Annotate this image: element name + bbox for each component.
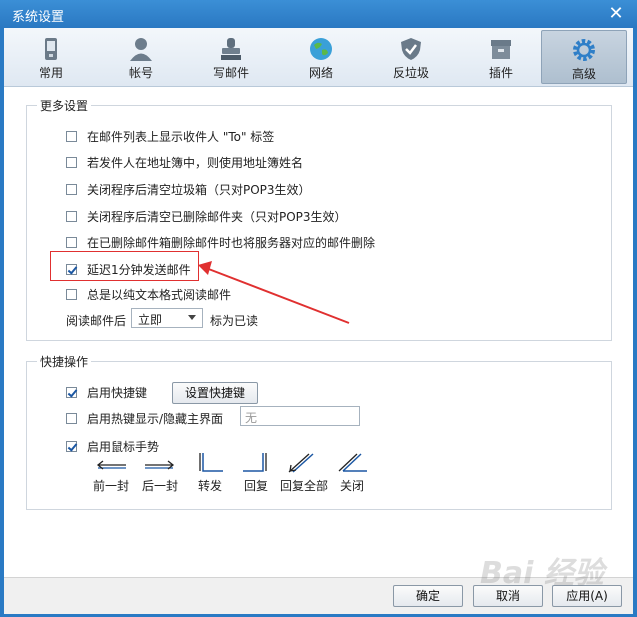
checkbox[interactable] [66, 237, 77, 248]
tab-label: 网络 [308, 66, 333, 80]
select-value: 立即 [138, 313, 163, 327]
hotkey-input[interactable]: 无 [240, 406, 360, 426]
box-icon [491, 40, 511, 59]
close-button[interactable]: ✕ [605, 3, 627, 25]
tab-antispam[interactable]: 反垃圾 [368, 30, 454, 84]
tab-account[interactable]: 帐号 [98, 30, 184, 84]
ok-button[interactable]: 确定 [393, 585, 463, 607]
window-title: 系统设置 [12, 10, 65, 25]
stamp-icon [221, 38, 241, 60]
gesture-label: 回复全部 [280, 479, 329, 493]
option-label: 延迟1分钟发送邮件 [87, 263, 191, 277]
gesture-reply-all: 回复全部 [280, 453, 328, 494]
option-empty-deleted[interactable]: 关闭程序后清空已删除邮件夹（只对POP3生效） [66, 208, 347, 225]
settings-window: 系统设置 ✕ 常用 帐号 写邮件 网络 反垃圾 插件 高级 更多设置 在邮件列表… [0, 0, 637, 617]
globe-icon [310, 38, 332, 60]
titlebar: 系统设置 ✕ [0, 0, 637, 28]
tab-label: 帐号 [128, 66, 153, 80]
apply-button[interactable]: 应用(A) [552, 585, 622, 607]
shield-icon [401, 38, 421, 60]
checkbox[interactable] [66, 211, 77, 222]
group-title: 快捷操作 [37, 353, 92, 370]
checkbox[interactable] [66, 289, 77, 300]
gesture-close: 关闭 [328, 453, 376, 494]
tab-advanced[interactable]: 高级 [541, 30, 627, 84]
tab-label: 写邮件 [212, 66, 249, 80]
tab-network[interactable]: 网络 [278, 30, 364, 84]
gesture-down-right-icon [199, 453, 223, 472]
gesture-diagonal-icon [288, 453, 314, 473]
tab-label: 高级 [571, 67, 596, 81]
tab-label: 常用 [38, 66, 63, 80]
checkbox[interactable] [66, 131, 77, 142]
tab-label: 插件 [488, 66, 513, 80]
arrow-right-icon [145, 460, 175, 470]
option-label: 关闭程序后清空已删除邮件夹（只对POP3生效） [87, 210, 347, 224]
option-show-to-label[interactable]: 在邮件列表上显示收件人 "To" 标签 [66, 128, 274, 145]
read-mark-suffix: 标为已读 [210, 314, 259, 328]
phone-icon [45, 38, 57, 60]
tab-label: 反垃圾 [392, 66, 429, 80]
chevron-down-icon [188, 315, 196, 320]
dialog-footer: 确定 取消 应用(A) [4, 577, 633, 614]
checkbox[interactable] [66, 184, 77, 195]
close-icon: ✕ [608, 3, 624, 24]
checkbox[interactable] [66, 264, 77, 275]
user-icon [130, 38, 152, 61]
tab-toolbar: 常用 帐号 写邮件 网络 反垃圾 插件 高级 [4, 28, 633, 87]
group-title: 更多设置 [37, 97, 92, 114]
option-plain-text[interactable]: 总是以纯文本格式阅读邮件 [66, 286, 231, 303]
checkbox[interactable] [66, 441, 77, 452]
gesture-reply: 回复 [232, 453, 280, 494]
option-label: 关闭程序后清空垃圾箱（只对POP3生效） [87, 183, 311, 197]
gear-icon [573, 39, 595, 61]
checkbox[interactable] [66, 413, 77, 424]
option-label: 启用热键显示/隐藏主界面 [87, 412, 224, 426]
read-mark-prefix: 阅读邮件后 [66, 314, 127, 328]
gesture-down-left-icon [243, 453, 267, 472]
option-empty-junk[interactable]: 关闭程序后清空垃圾箱（只对POP3生效） [66, 181, 311, 198]
checkbox[interactable] [66, 157, 77, 168]
gesture-label: 前一封 [92, 479, 129, 493]
option-label: 启用快捷键 [87, 386, 148, 400]
option-delete-on-server[interactable]: 在已删除邮件箱删除邮件时也将服务器对应的邮件删除 [66, 234, 375, 251]
option-label: 在已删除邮件箱删除邮件时也将服务器对应的邮件删除 [87, 236, 376, 250]
option-label: 在邮件列表上显示收件人 "To" 标签 [87, 130, 275, 144]
option-enable-hotkeys[interactable]: 启用快捷键 [66, 384, 147, 401]
gesture-next: 后一封 [136, 453, 184, 494]
option-label: 总是以纯文本格式阅读邮件 [87, 288, 232, 302]
tab-plugins[interactable]: 插件 [458, 30, 544, 84]
tab-general[interactable]: 常用 [8, 30, 94, 84]
gesture-prev: 前一封 [87, 453, 135, 494]
tab-compose[interactable]: 写邮件 [188, 30, 274, 84]
gesture-label: 转发 [197, 479, 222, 493]
read-mark-select[interactable]: 立即 [131, 308, 203, 328]
option-label: 若发件人在地址簿中，则使用地址簿姓名 [87, 156, 304, 170]
gesture-diagonal-line-icon [338, 453, 367, 472]
arrow-left-icon [96, 460, 126, 470]
option-use-addressbook-name[interactable]: 若发件人在地址簿中，则使用地址簿姓名 [66, 154, 303, 171]
checkbox[interactable] [66, 387, 77, 398]
settings-content: 更多设置 在邮件列表上显示收件人 "To" 标签 若发件人在地址簿中，则使用地址… [4, 87, 633, 577]
gesture-label: 后一封 [141, 479, 178, 493]
set-hotkeys-button[interactable]: 设置快捷键 [172, 382, 258, 404]
cancel-button[interactable]: 取消 [473, 585, 543, 607]
option-delay-send[interactable]: 延迟1分钟发送邮件 [66, 261, 191, 278]
option-hotkey-toggle[interactable]: 启用热键显示/隐藏主界面 [66, 410, 223, 427]
gesture-forward: 转发 [186, 453, 234, 494]
gesture-label: 回复 [243, 479, 268, 493]
gesture-label: 关闭 [339, 479, 364, 493]
